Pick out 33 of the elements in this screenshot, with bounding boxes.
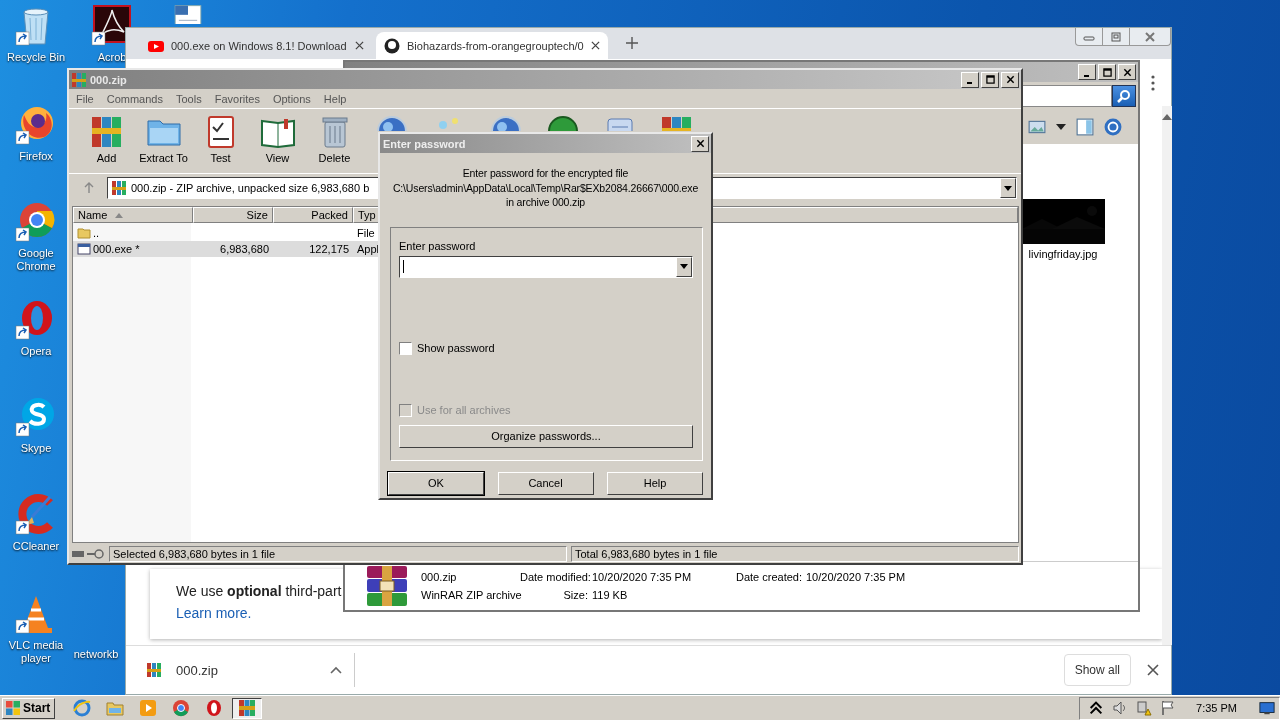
tab-title: 000.exe on Windows 8.1! Download [171, 39, 348, 52]
field-label: Enter password [399, 239, 477, 252]
field-value: 119 KB [592, 589, 629, 601]
table-cell: 6,983,680 [220, 243, 269, 255]
file-name: .. [93, 227, 100, 239]
desktop-icon-label: Firefox [19, 150, 53, 163]
file-type: WinRAR ZIP archive [421, 589, 520, 601]
dialog-message: C:\Users\admin\AppData\Local\Temp\Rar$EXb2084.26667\000.exe [392, 180, 699, 195]
desktop-icon-label: Opera [20, 345, 52, 358]
download-name: 000.zip [176, 662, 219, 678]
tab-title: Biohazards-from-orangegrouptech/0 [407, 39, 584, 52]
table-cell: Appl [357, 243, 380, 255]
status-text: Total 6,983,680 bytes in 1 file [571, 546, 1019, 562]
desktop-icon-label: Recycle Bin [6, 51, 66, 64]
desktop-icon-label: Skype [20, 442, 52, 455]
status-text: Selected 6,983,680 bytes in 1 file [109, 546, 567, 562]
field-label: Date created: [734, 571, 803, 583]
desktop-icon-label: VLC media player [7, 639, 65, 665]
window-title: 000.zip [90, 73, 127, 86]
desktop-icon-label: networkb [73, 648, 119, 661]
cookie-text: We use optional third-part [176, 583, 342, 599]
file-name: 000.zip [421, 571, 458, 583]
field-value: 10/20/2020 7:35 PM [806, 571, 906, 583]
field-label: Date modified: [520, 571, 592, 583]
dialog-title: Enter password [383, 137, 466, 150]
table-cell: File [357, 227, 375, 239]
file-name: 000.exe * [93, 243, 140, 255]
field-label: Size: [562, 589, 589, 601]
file-name: livingfriday.jpg [1028, 248, 1098, 260]
table-cell: 122,175 [309, 243, 349, 255]
field-value: 10/20/2020 7:35 PM [592, 571, 693, 583]
desktop-icon-label: CCleaner [12, 540, 60, 553]
desktop-icon-label: Google Chrome [15, 247, 57, 273]
